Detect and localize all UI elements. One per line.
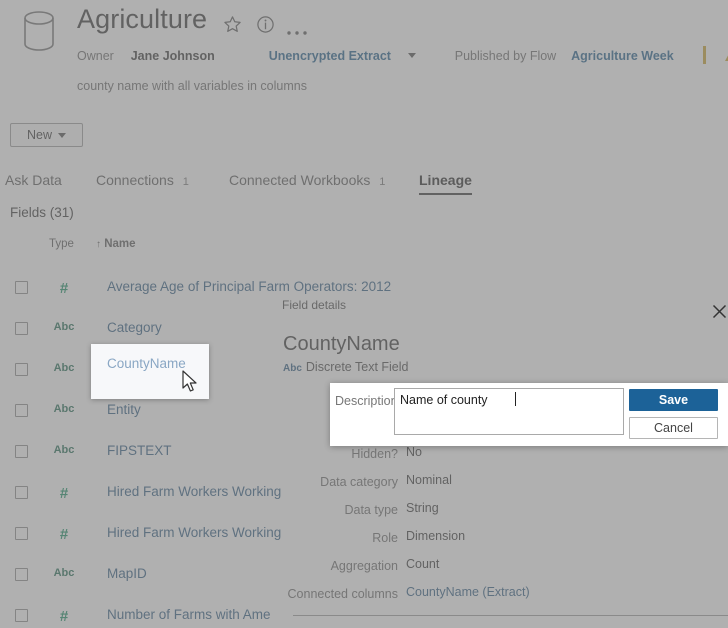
database-cylinder-icon bbox=[18, 8, 60, 54]
field-name-link[interactable]: Category bbox=[107, 320, 162, 335]
tab-ask-data[interactable]: Ask Data bbox=[5, 172, 62, 194]
owner-label: Owner bbox=[77, 49, 114, 63]
property-key: Aggregation bbox=[330, 559, 398, 573]
chevron-down-icon bbox=[58, 132, 66, 138]
owner-name[interactable]: Jane Johnson bbox=[131, 49, 215, 63]
field-property-row: Role Dimension bbox=[0, 529, 728, 549]
tab-label: Lineage bbox=[419, 172, 472, 188]
field-type-icon: # bbox=[59, 608, 69, 625]
property-key: Role bbox=[372, 531, 398, 545]
ellipsis-icon[interactable] bbox=[286, 24, 308, 42]
field-name-link[interactable]: Number of Farms with Ame bbox=[107, 607, 271, 622]
row-checkbox[interactable] bbox=[15, 404, 28, 417]
field-details-subtitle-text: Discrete Text Field bbox=[305, 360, 409, 374]
page-header: Agriculture Owner Jane Johnson Unencrypt… bbox=[0, 0, 728, 100]
description-edit-dialog: Description Save Cancel bbox=[330, 383, 728, 446]
new-button-label: New bbox=[26, 128, 52, 142]
field-property-row: Connected columns CountyName (Extract) bbox=[0, 585, 728, 605]
property-key: Data category bbox=[320, 475, 398, 489]
field-property-row: Data category Nominal bbox=[0, 473, 728, 493]
property-value: Count bbox=[406, 557, 440, 571]
metadata-row: Owner Jane Johnson Unencrypted Extract P… bbox=[77, 46, 728, 64]
row-checkbox[interactable] bbox=[15, 322, 28, 335]
chevron-down-icon[interactable] bbox=[407, 53, 416, 58]
abc-type-icon: Abc bbox=[283, 363, 302, 374]
description-input[interactable] bbox=[394, 388, 624, 435]
warning-triangle-icon bbox=[724, 50, 728, 61]
field-property-row: Data type String bbox=[0, 501, 728, 521]
mouse-cursor bbox=[182, 370, 200, 399]
description-label: Description bbox=[335, 394, 398, 408]
published-by-label: Published by Flow bbox=[454, 49, 557, 63]
field-property-row: Hidden? No bbox=[0, 445, 728, 465]
tab-connections[interactable]: Connections 1 bbox=[96, 172, 189, 194]
field-name-link[interactable]: Average Age of Principal Farm Operators:… bbox=[107, 279, 391, 294]
new-button[interactable]: New bbox=[10, 123, 83, 147]
fields-heading: Fields (31) bbox=[10, 205, 74, 220]
field-type-icon: Abc bbox=[53, 362, 75, 374]
field-type-icon: # bbox=[59, 280, 69, 297]
property-value: No bbox=[406, 445, 422, 459]
star-icon[interactable] bbox=[223, 15, 242, 39]
tab-label: Connections bbox=[96, 172, 174, 188]
field-type-icon: Abc bbox=[53, 403, 75, 415]
extract-status-link[interactable]: Unencrypted Extract bbox=[269, 49, 391, 63]
text-caret bbox=[515, 392, 516, 406]
tab-bar: Ask Data Connections 1 Connected Workboo… bbox=[0, 172, 728, 200]
datasource-page: Agriculture Owner Jane Johnson Unencrypt… bbox=[0, 0, 728, 628]
info-circle-icon[interactable] bbox=[256, 15, 275, 39]
field-name-hover-text: CountyName bbox=[107, 356, 186, 371]
field-details-label: Field details bbox=[282, 298, 347, 312]
column-header-name[interactable]: ↑ Name bbox=[96, 238, 136, 250]
property-key: Data type bbox=[344, 503, 398, 517]
datasource-description: county name with all variables in column… bbox=[77, 79, 307, 93]
row-checkbox[interactable] bbox=[15, 609, 28, 622]
tab-label: Ask Data bbox=[5, 172, 62, 188]
property-value[interactable]: CountyName (Extract) bbox=[406, 585, 530, 599]
property-value: Nominal bbox=[406, 473, 452, 487]
save-button[interactable]: Save bbox=[629, 389, 718, 411]
row-checkbox[interactable] bbox=[15, 281, 28, 294]
field-property-row: Aggregation Count bbox=[0, 557, 728, 577]
property-key: Connected columns bbox=[287, 587, 398, 601]
close-icon[interactable] bbox=[712, 304, 727, 324]
column-header-type[interactable]: Type bbox=[49, 238, 74, 250]
row-checkbox[interactable] bbox=[15, 363, 28, 376]
tab-label: Connected Workbooks bbox=[229, 172, 371, 188]
field-name-link[interactable]: Entity bbox=[107, 402, 141, 417]
tab-lineage[interactable]: Lineage bbox=[419, 172, 472, 195]
property-value: String bbox=[406, 501, 439, 515]
field-details-title: CountyName bbox=[283, 333, 400, 355]
flow-name-link[interactable]: Agriculture Week bbox=[571, 49, 674, 63]
tab-count: 1 bbox=[182, 176, 189, 188]
property-key: Hidden? bbox=[351, 447, 398, 461]
tab-count: 1 bbox=[379, 176, 386, 188]
field-details-subtitle: Abc Discrete Text Field bbox=[283, 360, 409, 374]
page-title: Agriculture bbox=[77, 4, 208, 34]
divider bbox=[702, 46, 706, 64]
tab-connected-workbooks[interactable]: Connected Workbooks 1 bbox=[229, 172, 385, 194]
cancel-button[interactable]: Cancel bbox=[629, 417, 718, 439]
column-header-name-label: Name bbox=[104, 238, 136, 250]
sort-ascending-icon: ↑ bbox=[96, 239, 101, 250]
property-value: Dimension bbox=[406, 529, 466, 543]
table-row[interactable]: # Average Age of Principal Farm Operators… bbox=[0, 270, 520, 310]
divider bbox=[293, 615, 728, 616]
table-row[interactable]: Abc Category bbox=[0, 311, 520, 351]
field-type-icon: Abc bbox=[53, 321, 75, 333]
